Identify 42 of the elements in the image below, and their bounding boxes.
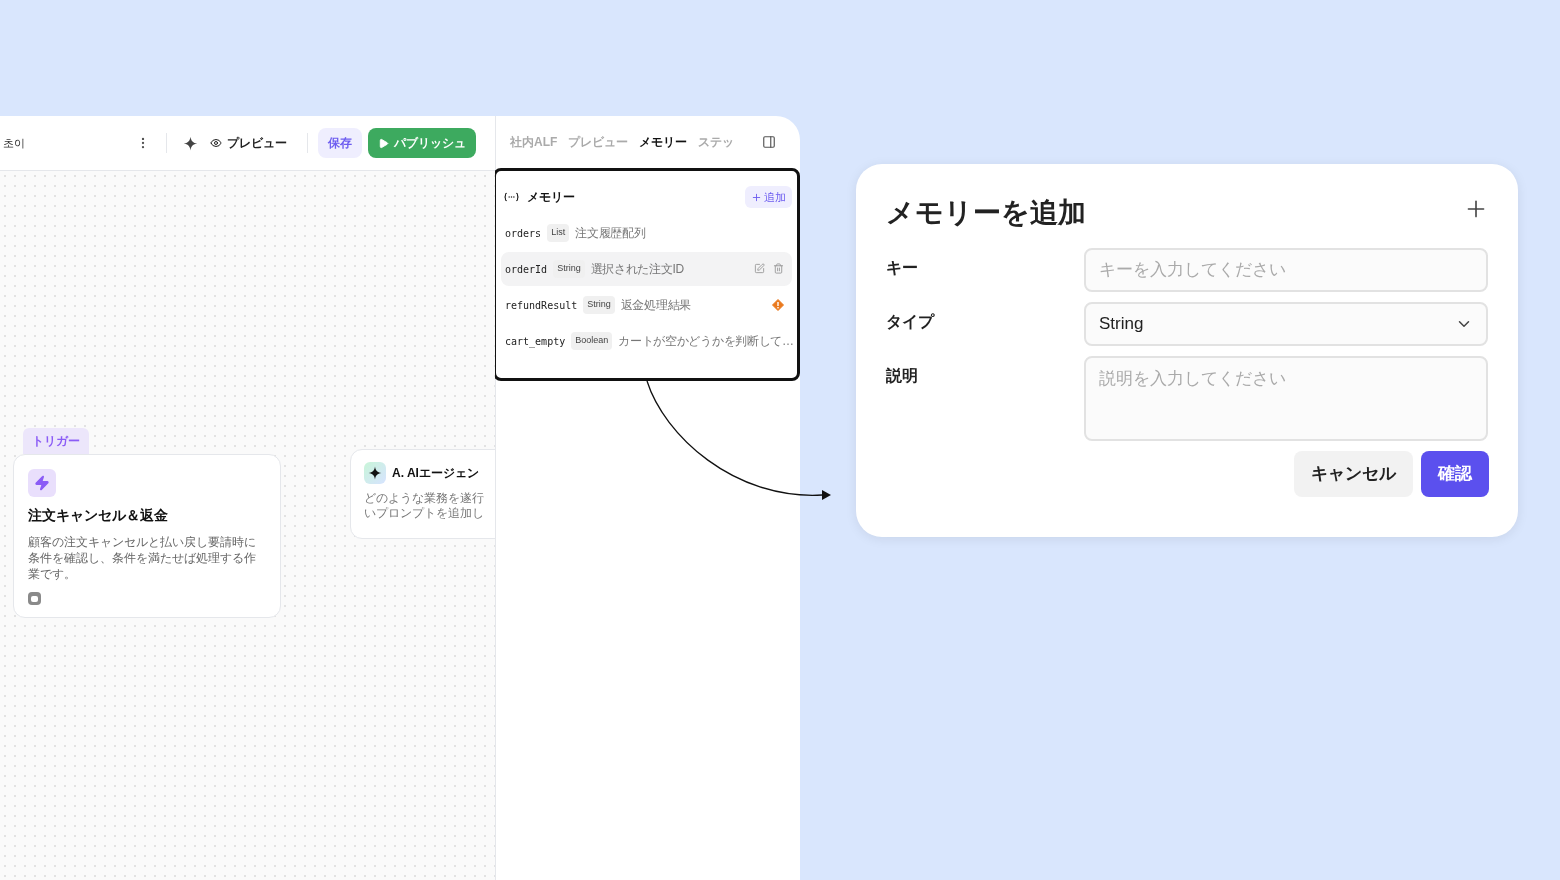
field-label: タイプ	[886, 312, 936, 332]
play-icon	[378, 137, 389, 149]
type-select[interactable]: String	[1084, 302, 1488, 346]
chat-icon	[28, 592, 41, 605]
memory-key: cart_empty	[505, 333, 566, 349]
panel-tab[interactable]: メモリー	[639, 133, 688, 151]
add-button[interactable]: 追加	[745, 186, 792, 208]
save-button[interactable]: 保存	[318, 128, 362, 158]
field-label: 説明	[886, 366, 919, 386]
node-title: A. AIエージェン	[392, 465, 479, 482]
memory-key: orderId	[505, 261, 548, 277]
description-field[interactable]: 説明を入力してください	[1084, 356, 1488, 441]
node-title: 注文キャンセル＆返金	[28, 506, 169, 525]
plus-icon	[751, 191, 762, 203]
variable-icon	[504, 192, 519, 202]
trigger-node[interactable]: 注文キャンセル＆返金 顧客の注文キャンセルと払い戻し要請時に条件を確認し、条件を満たせば処理する作業です。	[13, 454, 281, 618]
sparkle-icon	[183, 135, 198, 151]
agent-node[interactable]: A. AIエージェン どのような業務を遂行 いプロンプトを追加し	[350, 449, 495, 539]
memory-description: 選択された注文ID	[590, 261, 684, 278]
node-description: どのような業務を遂行 いプロンプトを追加し	[364, 491, 485, 521]
workspace-name: 초이	[3, 135, 25, 151]
memory-description: 返金処理結果	[620, 297, 691, 314]
type-tag: String	[583, 296, 615, 314]
key-field[interactable]: キーを入力してください	[1084, 248, 1488, 292]
type-tag: String	[553, 260, 585, 278]
field-label: キー	[886, 258, 919, 278]
memory-description: カートが空かどうかを判断して…	[618, 333, 794, 350]
type-tag: Boolean	[571, 332, 613, 350]
confirm-button[interactable]: 確認	[1421, 451, 1489, 497]
memory-key: refundResult	[505, 297, 578, 313]
lightning-icon	[28, 469, 56, 497]
node-description: 顧客の注文キャンセルと払い戻し要請時に条件を確認し、条件を満たせば処理する作業です。	[28, 534, 257, 582]
memory-key: orders	[505, 225, 542, 241]
preview-button[interactable]: プレビュー	[210, 134, 287, 152]
type-tag: List	[547, 224, 570, 242]
memory-title: メモリー	[527, 189, 575, 206]
eye-icon	[210, 137, 222, 149]
dialog-title: メモリーを追加	[886, 196, 1086, 230]
memory-description: 注文履歴配列	[575, 225, 646, 242]
cancel-button[interactable]: キャンセル	[1294, 451, 1413, 497]
trigger-badge: トリガー	[23, 428, 89, 454]
panel-toggle-icon[interactable]	[762, 135, 776, 149]
